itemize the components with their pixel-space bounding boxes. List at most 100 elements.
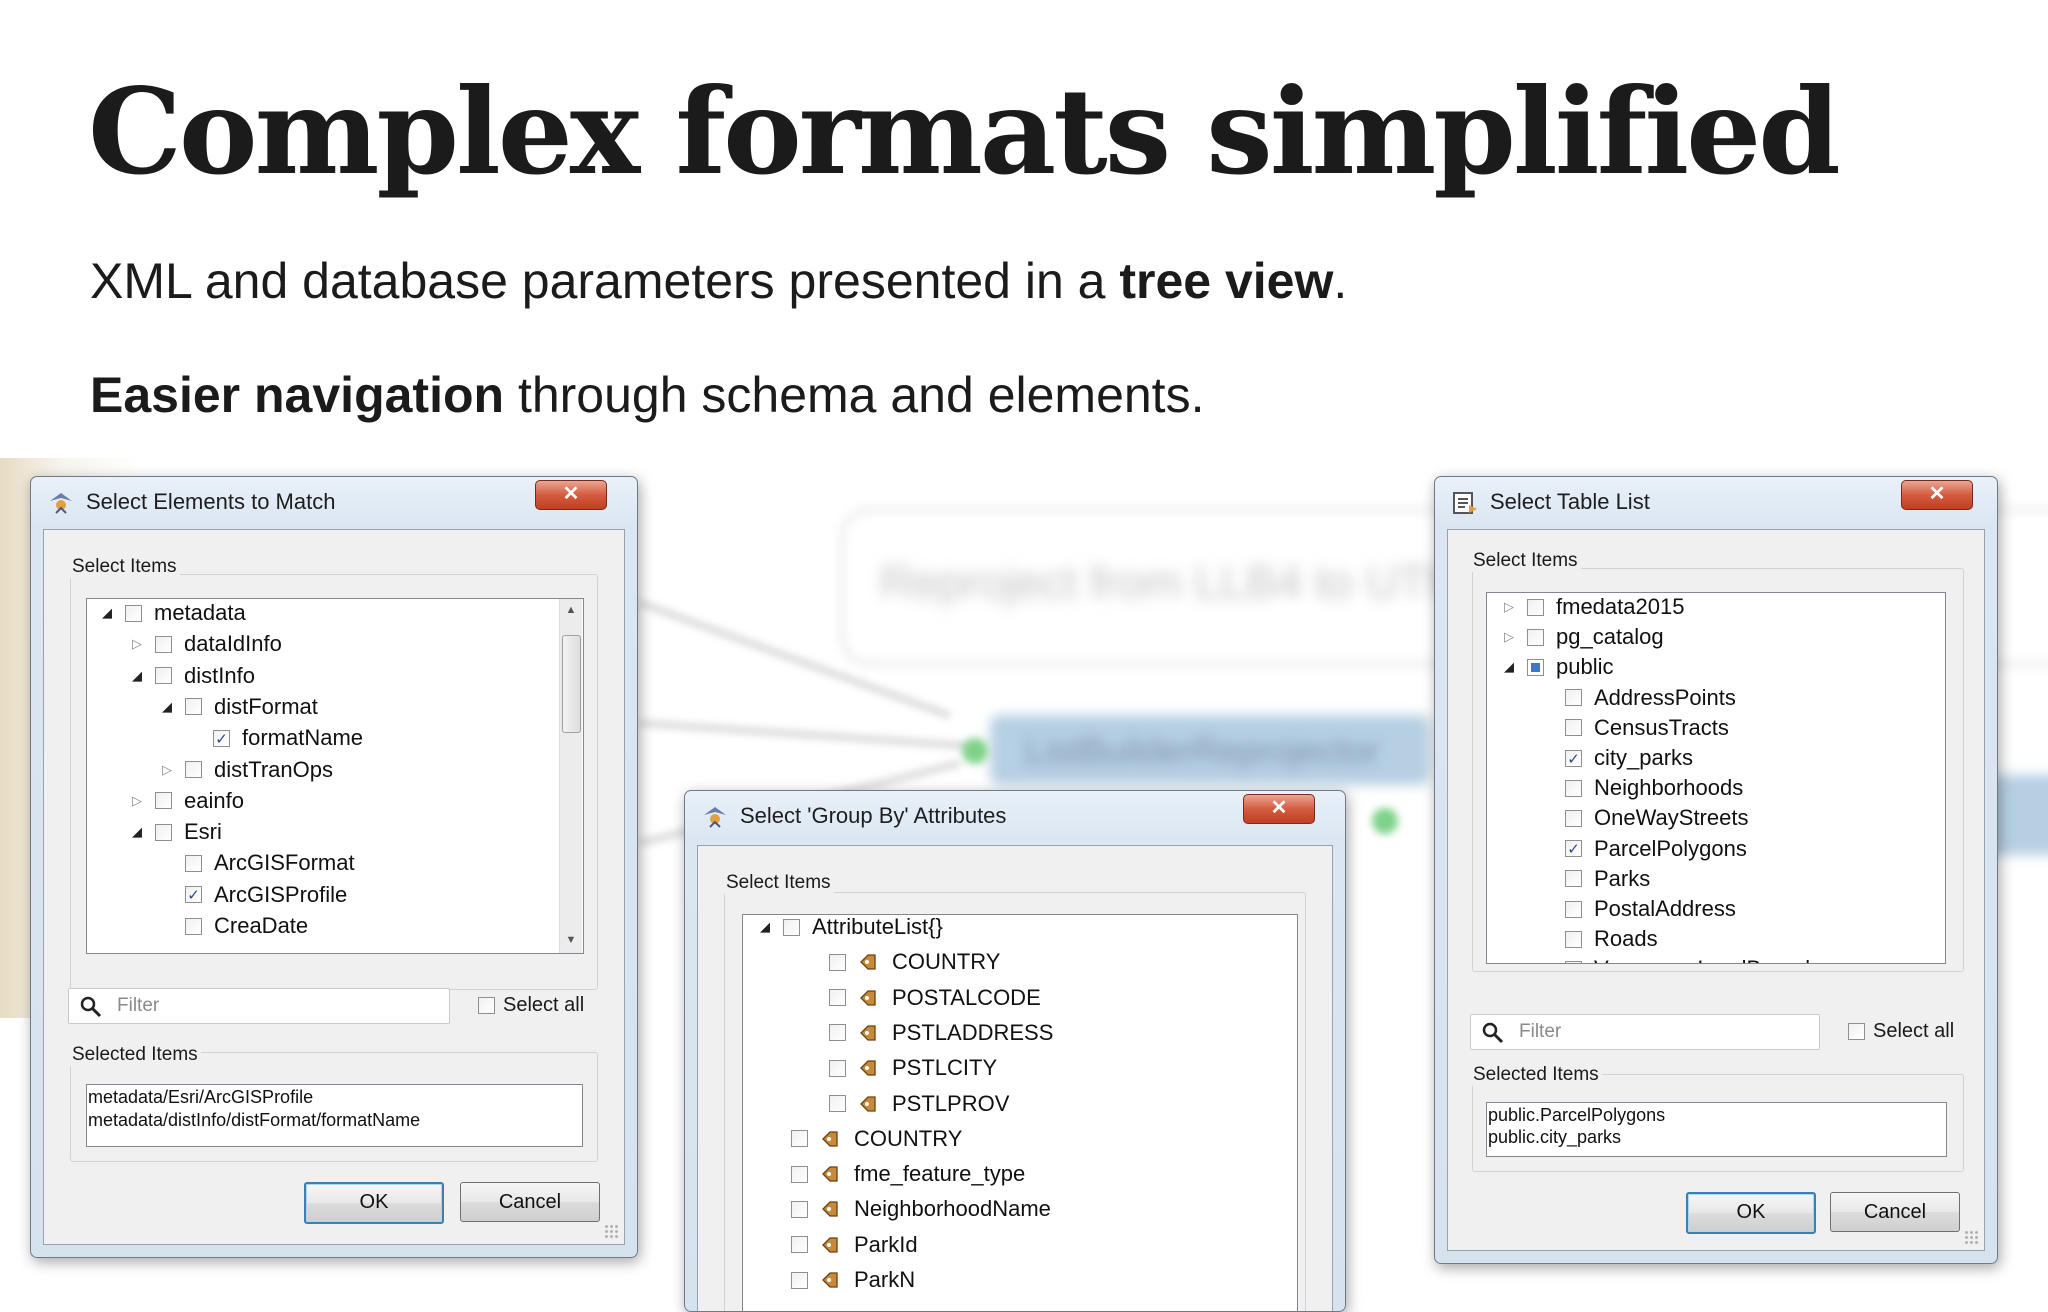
tree-item[interactable]: ◢ public [1501,651,1613,683]
item-checkbox[interactable]: ✓ [213,729,230,748]
expanded-arrow-icon[interactable]: ◢ [1501,659,1517,675]
item-checkbox[interactable] [185,854,202,872]
tree-item[interactable]: ParkN [765,1264,915,1296]
item-checkbox[interactable]: ✓ [1565,749,1582,768]
expanded-arrow-icon[interactable]: ◢ [99,605,115,621]
select-all-box[interactable] [1848,1023,1865,1040]
close-button[interactable]: ✕ [1243,794,1315,824]
item-checkbox[interactable] [829,1024,846,1042]
item-checkbox[interactable] [791,1165,808,1183]
tree-item[interactable]: COUNTRY [765,1123,962,1155]
tree-item[interactable]: fme_feature_type [765,1158,1025,1190]
tree-scrollbar[interactable]: ▲ ▼ [559,599,582,953]
tables-tree[interactable]: ▷ fmedata2015 ▷ pg_catalog ◢ public AddressPoi… [1486,592,1946,964]
tree-item[interactable]: ▷ distTranOps [159,754,333,786]
item-checkbox[interactable] [155,792,172,810]
close-button[interactable]: ✕ [1901,480,1973,510]
item-checkbox[interactable] [791,1130,808,1148]
item-checkbox[interactable]: ✓ [185,886,202,904]
tree-item[interactable]: ArcGISFormat [159,847,355,879]
item-checkbox[interactable] [1565,689,1582,707]
tree-item[interactable]: ▷ fmedata2015 [1501,593,1684,623]
tree-item[interactable]: CreaDate [159,910,308,942]
tree-item[interactable]: OneWayStreets [1539,802,1748,834]
item-checkbox[interactable] [1565,809,1582,827]
tree-item[interactable]: ▷ eainfo [129,785,244,817]
item-checkbox[interactable] [185,761,202,778]
expanded-arrow-icon[interactable]: ◢ [757,919,773,935]
elements-tree[interactable]: ▲ ▼ ◢ metadata ▷ dataIdInfo ◢ distInfo ◢ distFo… [86,598,584,954]
item-checkbox[interactable] [1565,930,1582,948]
tree-item[interactable]: ◢ Esri [129,816,222,848]
select-all-checkbox[interactable]: Select all [1848,1020,1954,1043]
cancel-button[interactable]: Cancel [460,1182,600,1222]
close-button[interactable]: ✕ [535,480,607,510]
select-all-box[interactable] [478,997,495,1014]
item-checkbox[interactable] [1527,658,1544,676]
tree-item[interactable]: ◢ distFormat [159,691,318,723]
scroll-up-arrow[interactable]: ▲ [560,599,582,621]
item-checkbox[interactable]: ✓ [1565,840,1582,858]
ok-button[interactable]: OK [1686,1192,1816,1234]
filter-input[interactable]: Filter [1470,1014,1820,1050]
selected-items-list[interactable]: public.ParcelPolygons public.city_parks [1486,1102,1947,1157]
tree-item[interactable]: ParkId [765,1229,918,1261]
collapsed-arrow-icon[interactable]: ▷ [1501,599,1517,615]
scroll-thumb[interactable] [562,635,581,733]
cancel-button[interactable]: Cancel [1830,1192,1960,1232]
resize-grip[interactable] [1964,1230,1978,1244]
item-checkbox[interactable] [1565,960,1582,963]
collapsed-arrow-icon[interactable]: ▷ [1501,629,1517,645]
resize-grip[interactable] [604,1224,618,1238]
tree-item[interactable]: ◢ AttributeList{} [757,915,943,943]
selected-items-list[interactable]: metadata/Esri/ArcGISProfile metadata/dis… [86,1084,583,1147]
item-checkbox[interactable] [125,604,142,622]
tree-item[interactable]: ◢ metadata [99,599,246,629]
tree-item[interactable]: PSTLCITY [803,1052,997,1084]
tree-item[interactable]: ▷ dataIdInfo [129,628,282,660]
item-checkbox[interactable] [1527,598,1544,616]
tree-item[interactable]: ✓ ParcelPolygons [1539,833,1747,865]
tree-item[interactable]: ▷ pg_catalog [1501,621,1664,653]
item-checkbox[interactable] [1565,719,1582,737]
item-checkbox[interactable] [829,1095,846,1112]
tree-item[interactable]: Neighborhoods [1539,772,1743,804]
expanded-arrow-icon[interactable]: ◢ [129,668,145,684]
item-checkbox[interactable] [155,823,172,841]
collapsed-arrow-icon[interactable]: ▷ [129,793,145,809]
item-checkbox[interactable] [829,1059,846,1077]
tree-item[interactable]: CensusTracts [1539,712,1729,744]
tree-item[interactable]: Roads [1539,923,1658,955]
tree-item[interactable]: PSTLADDRESS [803,1017,1053,1049]
filter-input[interactable]: Filter [68,988,450,1024]
tree-item[interactable]: ✓ formatName [187,722,363,754]
tree-item[interactable]: POSTALCODE [803,982,1041,1014]
item-checkbox[interactable] [185,917,202,935]
tree-item[interactable]: COUNTRY [803,946,1000,978]
item-checkbox[interactable] [1565,900,1582,918]
scroll-down-arrow[interactable]: ▼ [560,929,582,951]
item-checkbox[interactable] [791,1236,808,1254]
select-all-checkbox[interactable]: Select all [478,994,584,1017]
item-checkbox[interactable] [155,635,172,653]
item-checkbox[interactable] [791,1271,808,1289]
item-checkbox[interactable] [155,667,172,685]
tree-item[interactable]: PostalAddress [1539,893,1736,925]
expanded-arrow-icon[interactable]: ◢ [129,824,145,840]
tree-item[interactable]: NeighborhoodName [765,1193,1051,1225]
item-checkbox[interactable] [185,698,202,716]
item-checkbox[interactable] [1565,870,1582,888]
tree-item[interactable]: ✓ ArcGISProfile [159,879,347,911]
item-checkbox[interactable] [791,1200,808,1218]
tree-item[interactable]: VancouverLandBoundary [1539,953,1841,963]
tree-item[interactable]: PSTLPROV [803,1088,1009,1120]
ok-button[interactable]: OK [304,1182,444,1224]
item-checkbox[interactable] [829,953,846,971]
tree-item[interactable]: ◢ distInfo [129,660,255,692]
item-checkbox[interactable] [1565,779,1582,797]
attributes-tree[interactable]: ◢ AttributeList{} COUNTRY POSTALCODE PSTLADD… [742,914,1298,1311]
expanded-arrow-icon[interactable]: ◢ [159,699,175,715]
item-checkbox[interactable] [1527,628,1544,646]
tree-item[interactable]: Parks [1539,863,1650,895]
collapsed-arrow-icon[interactable]: ▷ [129,636,145,652]
